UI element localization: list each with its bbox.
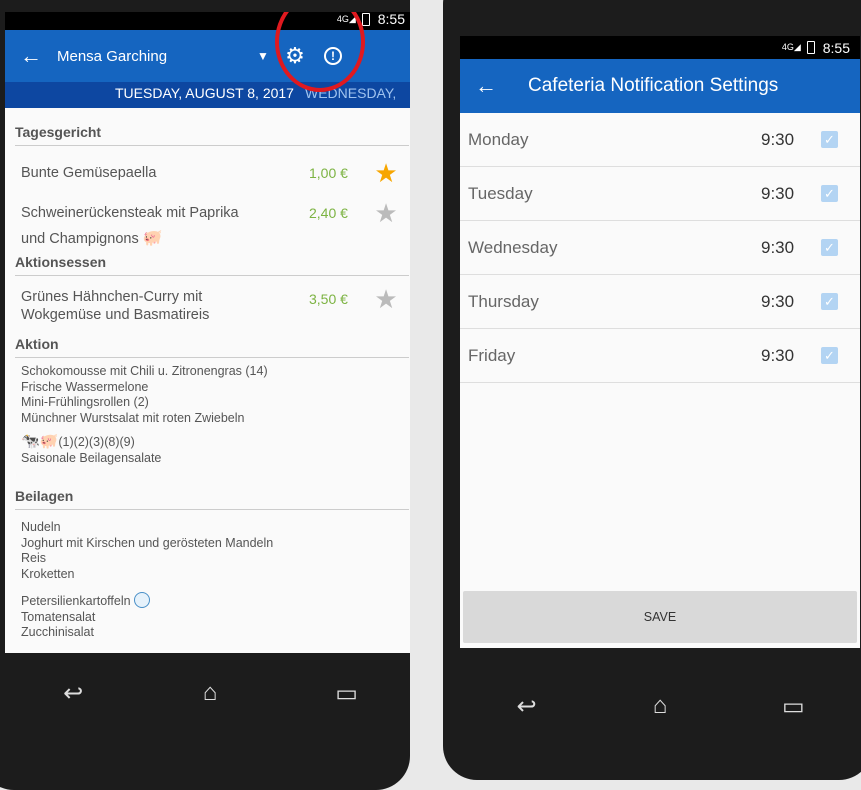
checkbox-checked-icon[interactable]: ✓ [821,347,838,364]
time-value[interactable]: 9:30 [761,238,821,258]
list-item: Mini-Frühlingsrollen (2) [21,395,149,409]
dish-name-line2: und Champignons [21,231,139,247]
section-beilagen: Beilagen [15,484,409,510]
dish-row[interactable]: Bunte Gemüsepaella 1,00 € ★ [5,160,410,186]
recents-nav-icon[interactable]: ▭ [317,679,377,708]
dish-name: Grünes Hähnchen-Curry mit Wokgemüse und … [21,288,309,324]
nav-bar: ↩ ⌂ ▭ [5,653,410,733]
list-item: Schokomousse mit Chili u. Zitronengras (… [21,364,268,378]
time-value[interactable]: 9:30 [761,346,821,366]
cow-icon: 🐄 [21,433,40,450]
favorite-star-icon[interactable]: ★ [371,200,401,252]
day-label: Wednesday [468,237,558,257]
nav-bar: ↩ ⌂ ▭ [460,676,860,736]
home-nav-icon[interactable]: ⌂ [180,679,240,707]
list-item: Reis [21,551,47,565]
pig-icon: 🐖 [39,433,59,450]
day-label: Thursday [468,291,539,311]
dish-name: Bunte Gemüsepaella [21,165,157,181]
dish-row[interactable]: Schweinerückensteak mit Paprika und Cham… [5,200,410,252]
status-bar: 4G◢ 8:55 [460,36,860,59]
favorite-star-icon[interactable]: ★ [371,160,401,186]
time-value[interactable]: 9:30 [761,184,821,204]
day-label: Friday [468,345,516,365]
time-value[interactable]: 9:30 [761,292,821,312]
dish-price: 1,00 € [309,165,348,181]
list-item: Petersilienkartoffeln [5,592,410,610]
recents-nav-icon[interactable]: ▭ [763,692,823,721]
list-item: 🐄🐖(1)(2)(3)(8)(9) [5,434,410,451]
list-item: Münchner Wurstsalat mit roten Zwiebeln [21,410,245,425]
day-label: Tuesday [468,183,533,203]
favorite-star-icon[interactable]: ★ [371,286,401,324]
list-item: Saisonale Beilagensalate [21,450,162,465]
dish-price: 3,50 € [309,291,348,307]
dish-price: 2,40 € [309,205,348,221]
menu-list[interactable]: Tagesgericht Bunte Gemüsepaella 1,00 € ★… [5,108,410,653]
item-text: Petersilienkartoffeln [21,594,131,608]
save-button[interactable]: SAVE [463,591,857,643]
vegan-badge-icon [134,592,151,608]
status-time: 8:55 [822,39,850,56]
back-arrow-icon[interactable]: ← [460,73,512,99]
signal-icon: 4G◢ [781,42,801,52]
dish-name-line1: Schweinerückensteak mit Paprika [21,205,239,221]
settings-list: Monday 9:30 ✓ Tuesday 9:30 ✓ Wednesday 9… [460,113,860,383]
battery-icon [806,41,815,54]
day-label: Monday [468,129,529,149]
back-arrow-icon[interactable]: ← [5,43,57,69]
day-row-wednesday[interactable]: Wednesday 9:30 ✓ [460,221,860,275]
dish-name: Schweinerückensteak mit Paprika und Cham… [21,200,309,252]
list-item: Nudeln [21,520,61,534]
day-row-friday[interactable]: Friday 9:30 ✓ [460,329,860,383]
time-value[interactable]: 9:30 [761,130,821,150]
page-title: Cafeteria Notification Settings [528,75,779,96]
checkbox-checked-icon[interactable]: ✓ [821,293,838,310]
dish-row[interactable]: Grünes Hähnchen-Curry mit Wokgemüse und … [5,286,410,324]
list-item: Kroketten [21,566,75,581]
dish-name-line1: Grünes Hähnchen-Curry mit [21,289,203,305]
status-time: 8:55 [377,12,405,27]
day-tab-current[interactable]: TUESDAY, AUGUST 8, 2017 [115,85,294,101]
back-nav-icon[interactable]: ↩ [43,679,103,708]
dish-name-line2: Wokgemüse und Basmatireis [21,307,210,323]
left-phone-frame: 4G◢ 8:55 ← Mensa Garching ▼ ⚙ ! TUESDAY,… [0,0,410,790]
cafeteria-title[interactable]: Mensa Garching [57,48,247,65]
list-item: Joghurt mit Kirschen und gerösteten Mand… [21,535,274,550]
day-row-monday[interactable]: Monday 9:30 ✓ [460,113,860,167]
section-aktionsessen: Aktionsessen [15,250,409,276]
checkbox-checked-icon[interactable]: ✓ [821,131,838,148]
right-phone-frame: 4G◢ 8:55 ← Cafeteria Notification Settin… [443,0,861,780]
app-bar: ← Cafeteria Notification Settings [460,59,860,113]
pig-icon: 🐖 [142,230,163,247]
home-nav-icon[interactable]: ⌂ [630,692,690,720]
day-row-thursday[interactable]: Thursday 9:30 ✓ [460,275,860,329]
checkbox-checked-icon[interactable]: ✓ [821,239,838,256]
section-tagesgericht: Tagesgericht [15,120,409,146]
highlight-circle [275,12,365,92]
day-row-tuesday[interactable]: Tuesday 9:30 ✓ [460,167,860,221]
checkbox-checked-icon[interactable]: ✓ [821,185,838,202]
section-aktion: Aktion [15,332,409,358]
list-item: Tomatensalat [21,609,96,624]
back-nav-icon[interactable]: ↩ [497,692,557,721]
left-screen: 4G◢ 8:55 ← Mensa Garching ▼ ⚙ ! TUESDAY,… [5,12,410,653]
list-item: Zucchinisalat [21,625,94,639]
allergen-codes: (1)(2)(3)(8)(9) [58,435,135,449]
list-item: Frische Wassermelone [21,379,149,394]
right-screen: 4G◢ 8:55 ← Cafeteria Notification Settin… [460,36,860,648]
